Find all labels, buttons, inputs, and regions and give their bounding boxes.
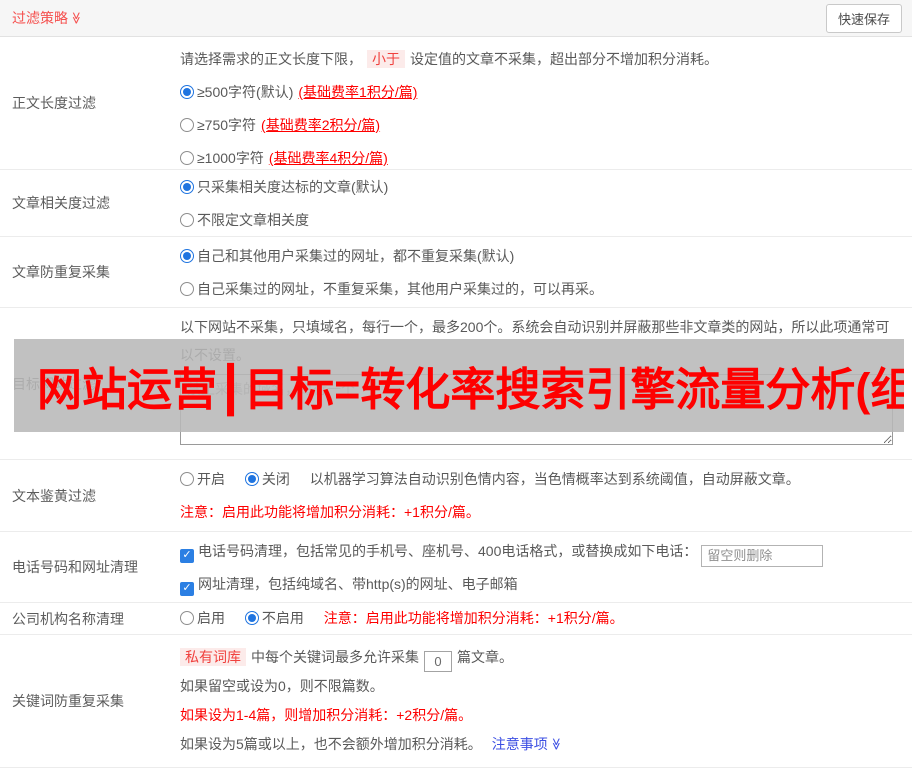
radio-icon[interactable] — [180, 249, 194, 263]
chevron-down-icon: ≫ — [549, 737, 564, 751]
notes-link[interactable]: 注意事项≫ — [492, 736, 563, 752]
radio-option-dedupe-self[interactable]: 自己采集过的网址，不重复采集，其他用户采集过的，可以再采。 — [180, 273, 900, 306]
radio-icon[interactable] — [244, 472, 259, 486]
fee-note: (基础费率1积分/篇) — [298, 84, 418, 100]
radio-option-750[interactable]: ≥750字符 (基础费率2积分/篇) — [180, 109, 900, 142]
radio-option-500[interactable]: ≥500字符(默认) (基础费率1积分/篇) — [180, 76, 900, 109]
row-porn-filter: 文本鉴黄过滤 开启 关闭 以机器学习算法自动识别色情内容，当色情概率达到系统阈值… — [0, 460, 912, 532]
porn-filter-options: 开启 关闭 以机器学习算法自动识别色情内容，当色情概率达到系统阈值，自动屏蔽文章… — [180, 463, 900, 496]
company-clean-options: 启用 不启用 注意：启用此功能将增加积分消耗：+1积分/篇。 — [180, 603, 900, 634]
row-label: 电话号码和网址清理 — [12, 559, 138, 575]
header-bar: 过滤策略≫ 快速保存 — [0, 0, 912, 37]
radio-icon[interactable] — [180, 282, 194, 296]
radio-label: 自己采集过的网址，不重复采集，其他用户采集过的，可以再采。 — [197, 281, 603, 297]
row-label: 文本鉴黄过滤 — [12, 487, 96, 504]
radio-label: 开启 — [197, 471, 225, 487]
filter-strategy-page: 过滤策略≫ 快速保存 正文长度过滤 请选择需求的正文长度下限， 小于 设定值的文章不… — [0, 0, 912, 768]
porn-filter-description: 以机器学习算法自动识别色情内容，当色情概率达到系统阈值，自动屏蔽文章。 — [309, 471, 800, 487]
radio-icon[interactable] — [180, 151, 194, 165]
replacement-phone-input[interactable] — [701, 544, 824, 567]
radio-icon[interactable] — [244, 611, 259, 625]
row-label: 公司机构名称清理 — [12, 610, 124, 627]
row-label: 关键词防重复采集 — [12, 693, 124, 709]
keyword-note-fee: 如果设为1-4篇，则增加积分消耗：+2积分/篇。 — [180, 707, 473, 723]
radio-option-dedupe-all[interactable]: 自己和其他用户采集过的网址，都不重复采集(默认) — [180, 240, 900, 273]
row-label: 正文长度过滤 — [12, 95, 96, 111]
fee-note: (基础费率2积分/篇) — [261, 117, 381, 133]
length-intro: 请选择需求的正文长度下限， 小于 设定值的文章不采集，超出部分不增加积分消耗。 — [180, 43, 900, 76]
radio-option-porn-on[interactable]: 开启 — [180, 471, 225, 487]
checkbox-checked-icon[interactable] — [180, 548, 194, 563]
row-company-clean: 公司机构名称清理 启用 不启用 注意：启用此功能将增加积分消耗：+1积分/篇。 — [0, 603, 912, 635]
row-url-dedupe: 文章防重复采集 自己和其他用户采集过的网址，都不重复采集(默认) 自己采集过的网… — [0, 237, 912, 308]
radio-option-company-on[interactable]: 启用 — [180, 610, 225, 626]
chevron-down-icon: ≫ — [69, 11, 84, 25]
radio-icon[interactable] — [180, 85, 194, 99]
radio-icon[interactable] — [180, 472, 194, 486]
url-clean-option[interactable]: 网址清理，包括纯域名、带http(s)的网址、电子邮箱 — [180, 568, 900, 601]
keyword-count-input[interactable] — [424, 651, 452, 672]
page-title[interactable]: 过滤策略≫ — [12, 8, 83, 28]
radio-label: 不限定文章相关度 — [197, 212, 309, 228]
intro-pre: 请选择需求的正文长度下限， — [180, 51, 362, 67]
intro-post: 设定值的文章不采集，超出部分不增加积分消耗。 — [410, 51, 718, 67]
row-relevance-filter: 文章相关度过滤 只采集相关度达标的文章(默认) 不限定文章相关度 — [0, 170, 912, 237]
limit-post-text: 篇文章。 — [457, 649, 513, 665]
radio-label: ≥500字符(默认) — [197, 84, 294, 100]
less-than-highlight: 小于 — [367, 50, 405, 68]
keyword-note-zero: 如果留空或设为0，则不限篇数。 — [180, 678, 384, 694]
phone-clean-option[interactable]: 电话号码清理，包括常见的手机号、座机号、400电话格式，或替换成如下电话： — [180, 535, 900, 568]
radio-option-relevance-strict[interactable]: 只采集相关度达标的文章(默认) — [180, 171, 900, 204]
radio-label: ≥750字符 — [197, 117, 257, 133]
keyword-limit-line: 私有词库中每个关键词最多允许采集 篇文章。 — [180, 643, 900, 672]
radio-icon[interactable] — [180, 180, 194, 194]
row-body-length-filter: 正文长度过滤 请选择需求的正文长度下限， 小于 设定值的文章不采集，超出部分不增加积… — [0, 37, 912, 170]
notes-link-text: 注意事项 — [491, 736, 548, 752]
radio-label: 自己和其他用户采集过的网址，都不重复采集(默认) — [197, 248, 515, 264]
row-label: 文章防重复采集 — [12, 264, 110, 280]
radio-icon[interactable] — [180, 611, 194, 625]
radio-icon[interactable] — [180, 213, 194, 227]
radio-label: 关闭 — [261, 471, 290, 487]
radio-icon[interactable] — [180, 118, 194, 132]
keyword-note-five: 如果设为5篇或以上，也不会额外增加积分消耗。 注意事项≫ — [180, 730, 900, 759]
note-text: 如果设为5篇或以上，也不会额外增加积分消耗。 — [180, 736, 482, 752]
limit-pre-text: 中每个关键词最多允许采集 — [251, 649, 419, 665]
radio-label: 不启用 — [261, 610, 304, 626]
quick-save-button[interactable]: 快速保存 — [825, 3, 902, 33]
radio-label: 启用 — [197, 610, 225, 626]
radio-option-company-off[interactable]: 不启用 — [244, 610, 304, 626]
page-title-text: 过滤策略 — [12, 10, 68, 26]
checkbox-checked-icon[interactable] — [180, 581, 194, 596]
row-keyword-dedupe: 关键词防重复采集 私有词库中每个关键词最多允许采集 篇文章。 如果留空或设为0，则… — [0, 635, 912, 768]
radio-label: ≥1000字符 — [197, 150, 264, 166]
company-clean-warning: 注意：启用此功能将增加积分消耗：+1积分/篇。 — [323, 610, 624, 626]
radio-option-porn-off[interactable]: 关闭 — [244, 471, 290, 487]
private-lexicon-highlight: 私有词库 — [180, 648, 246, 666]
porn-filter-warning: 注意：启用此功能将增加积分消耗：+1积分/篇。 — [180, 504, 480, 520]
checkbox-label: 电话号码清理，包括常见的手机号、座机号、400电话格式，或替换成如下电话： — [198, 543, 698, 559]
radio-label: 只采集相关度达标的文章(默认) — [197, 179, 389, 195]
checkbox-label: 网址清理，包括纯域名、带http(s)的网址、电子邮箱 — [198, 576, 518, 592]
fee-note: (基础费率4积分/篇) — [268, 150, 388, 166]
row-label: 文章相关度过滤 — [12, 195, 110, 211]
watermark-banner: 网站运营┃目标=转化率搜索引擎流量分析(组 — [14, 339, 904, 432]
radio-option-relevance-any[interactable]: 不限定文章相关度 — [180, 204, 900, 237]
watermark-text: 网站运营┃目标=转化率搜索引擎流量分析(组 — [37, 364, 904, 415]
row-phone-url-clean: 电话号码和网址清理 电话号码清理，包括常见的手机号、座机号、400电话格式，或替… — [0, 532, 912, 603]
